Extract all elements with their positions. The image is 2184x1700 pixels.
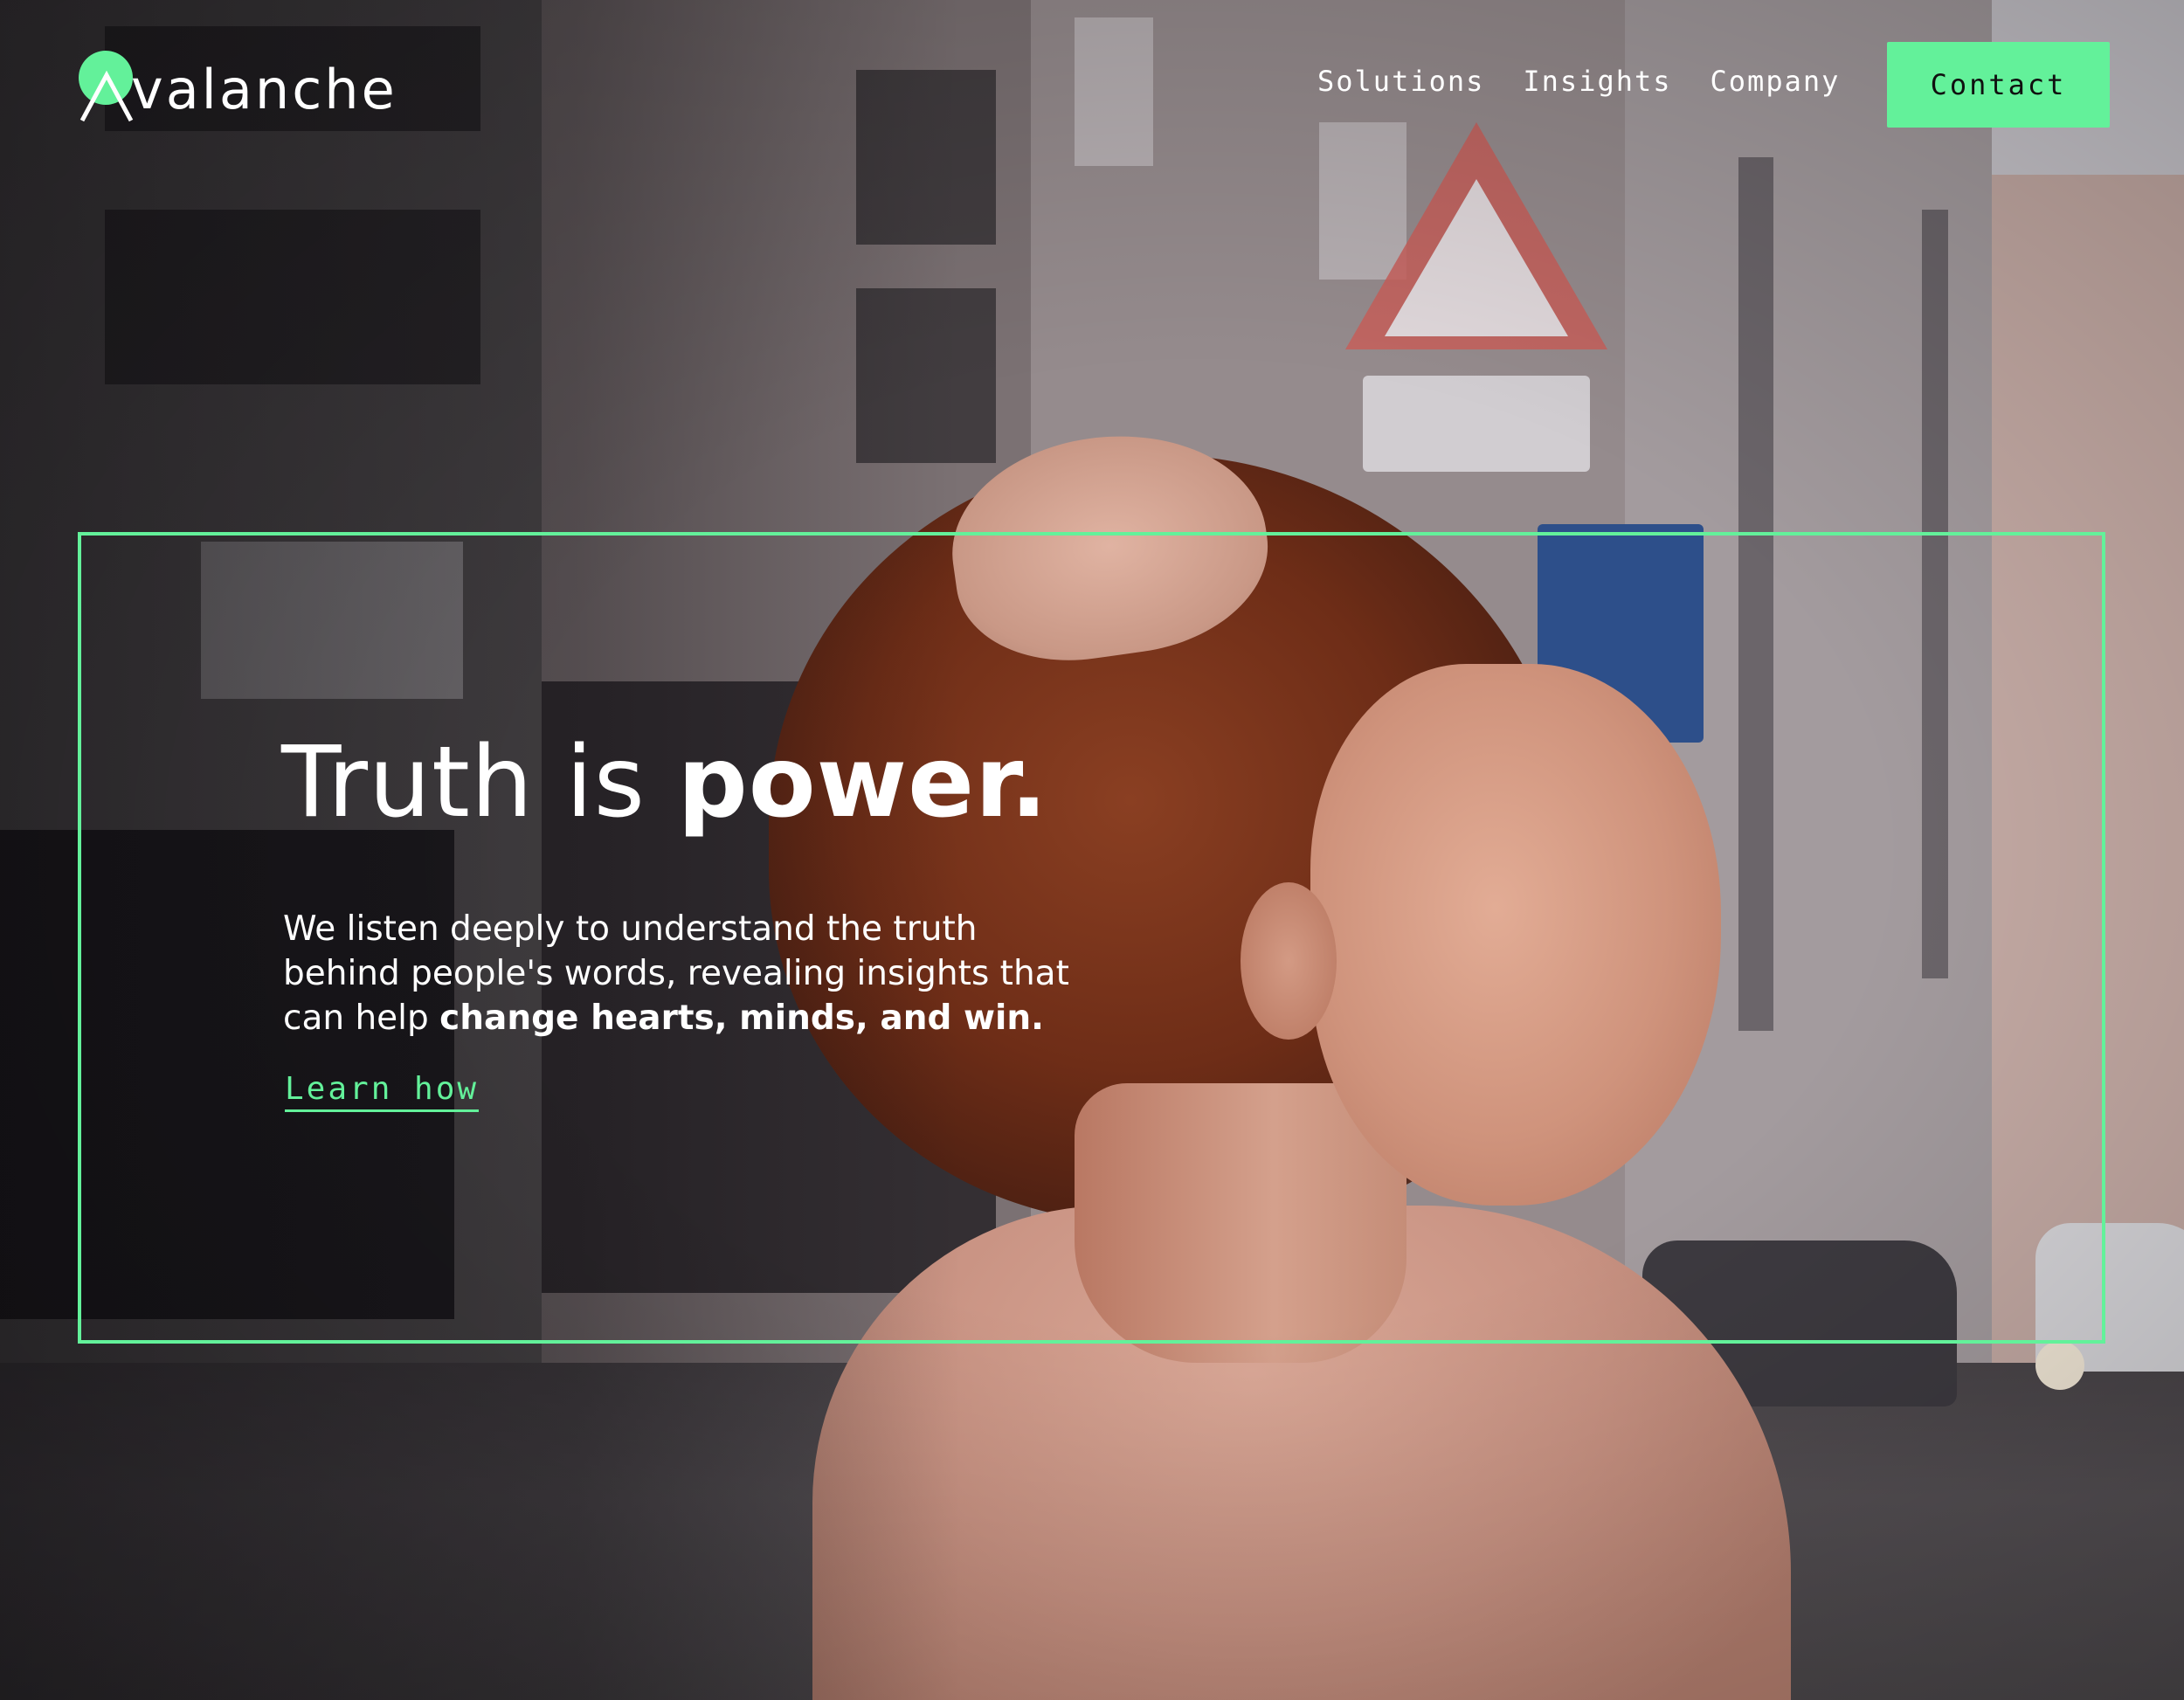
hero-title: Truth is power. — [281, 734, 1048, 832]
hero-title-regular: Truth is — [281, 726, 678, 840]
avalanche-a-logo-icon — [79, 70, 134, 122]
nav-item-solutions[interactable]: Solutions — [1317, 65, 1484, 98]
hero-description-bold: change hearts, minds, and win. — [439, 999, 1044, 1038]
learn-how-link[interactable]: Learn how — [285, 1071, 480, 1112]
brand-name: valanche — [131, 58, 397, 121]
main-nav: Solutions Insights Company — [1317, 65, 1840, 98]
hero-title-bold: power. — [677, 726, 1048, 840]
brand-logo[interactable]: valanche — [79, 51, 428, 129]
nav-item-insights[interactable]: Insights — [1523, 65, 1671, 98]
hero-description: We listen deeply to understand the truth… — [283, 907, 1095, 1040]
contact-button[interactable]: Contact — [1887, 42, 2110, 128]
nav-item-company[interactable]: Company — [1711, 65, 1841, 98]
